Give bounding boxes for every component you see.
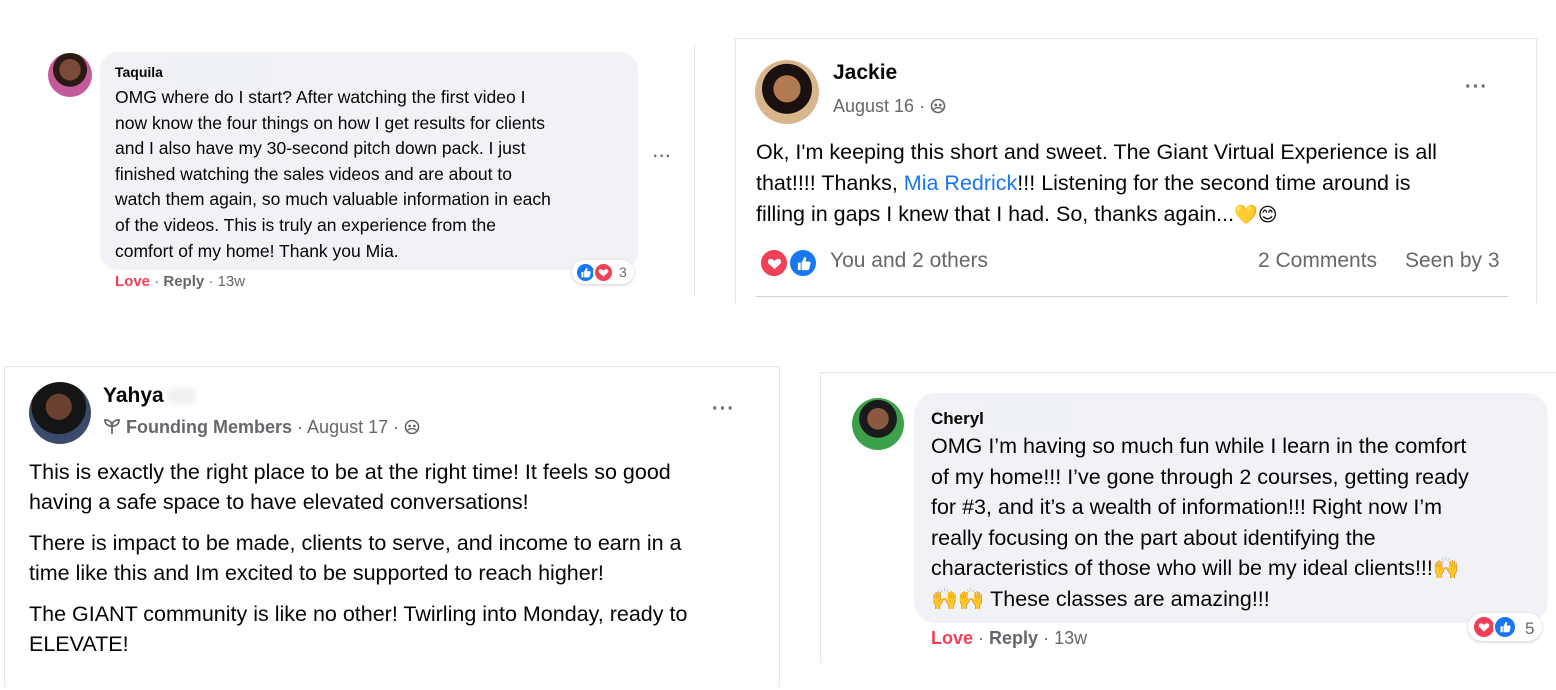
comment-author[interactable]: Taquila <box>115 64 163 80</box>
comment-taquila: Taquila OMG where do I start? After watc… <box>0 0 700 300</box>
post-text: Ok, I'm keeping this short and sweet. Th… <box>756 137 1526 231</box>
avatar[interactable] <box>755 60 819 124</box>
separator: · <box>919 96 926 116</box>
post-author[interactable]: Yahya <box>103 384 164 408</box>
seen-by[interactable]: Seen by 3 <box>1405 249 1500 273</box>
more-options-icon[interactable]: ··· <box>1465 76 1488 99</box>
post-paragraph: There is impact to be made, clients to s… <box>29 531 682 585</box>
group-privacy-icon <box>404 419 420 440</box>
love-link[interactable]: Love <box>931 628 973 648</box>
like-icon <box>788 248 818 278</box>
separator: · <box>978 628 985 648</box>
post-date[interactable]: August 16 <box>833 96 914 116</box>
love-link[interactable]: Love <box>115 273 150 290</box>
reaction-count[interactable]: 5 <box>1525 619 1534 639</box>
comment-actions: Love · Reply · 13w <box>931 628 1087 649</box>
post-paragraph: The GIANT community is like no other! Tw… <box>29 602 688 656</box>
sprout-icon <box>103 417 121 440</box>
emoji-heart-smile: 💛😊 <box>1234 205 1278 226</box>
name-redaction <box>990 404 1068 426</box>
comment-time[interactable]: 13w <box>218 273 246 290</box>
divider <box>756 296 1508 297</box>
post-date[interactable]: August 17 <box>307 417 388 437</box>
love-icon <box>593 262 614 283</box>
name-redaction <box>172 62 270 80</box>
comment-time[interactable]: 13w <box>1054 628 1087 648</box>
comment-text: OMG where do I start? After watching the… <box>115 87 551 261</box>
reaction-count[interactable]: 3 <box>619 264 627 280</box>
love-icon <box>759 248 789 278</box>
divider <box>694 45 695 295</box>
name-redaction <box>166 388 196 404</box>
reply-link[interactable]: Reply <box>989 628 1038 648</box>
avatar[interactable] <box>29 382 91 444</box>
separator: · <box>208 273 214 290</box>
more-options-icon[interactable]: ··· <box>653 148 672 166</box>
mention-link[interactable]: Mia Redrick <box>904 171 1018 195</box>
comment-author[interactable]: Cheryl <box>931 409 984 429</box>
group-privacy-icon <box>930 98 946 119</box>
separator: · <box>154 273 160 290</box>
comment-actions: Love · Reply · 13w <box>115 273 245 290</box>
member-badge[interactable]: Founding Members <box>126 417 292 437</box>
more-options-icon[interactable]: ··· <box>712 398 735 421</box>
comments-count[interactable]: 2 Comments <box>1258 249 1377 273</box>
reactions-text[interactable]: You and 2 others <box>830 249 988 273</box>
reply-link[interactable]: Reply <box>163 273 204 290</box>
separator: · <box>393 417 400 437</box>
avatar[interactable] <box>48 53 92 97</box>
separator: · <box>1043 628 1050 648</box>
avatar[interactable] <box>852 398 904 450</box>
comment-text: OMG I’m having so much fun while I learn… <box>931 434 1469 611</box>
post-paragraph: This is exactly the right place to be at… <box>29 460 671 514</box>
separator: · <box>297 417 304 437</box>
post-author[interactable]: Jackie <box>833 61 897 85</box>
post-meta: August 16 · <box>833 96 946 119</box>
post-meta: Founding Members · August 17 · <box>103 417 420 440</box>
like-icon <box>1493 615 1517 639</box>
